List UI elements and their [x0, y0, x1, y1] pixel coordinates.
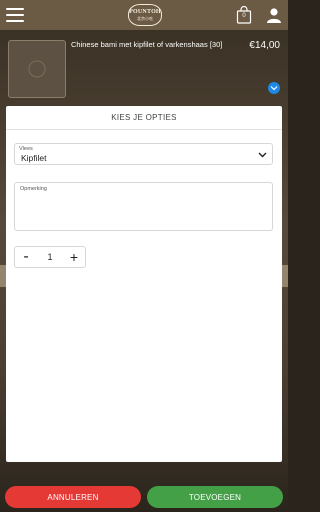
quantity-value: 1: [47, 252, 53, 262]
account-button[interactable]: [266, 7, 282, 23]
opmerking-field[interactable]: Opmerking: [14, 182, 273, 231]
cart-button[interactable]: 0: [236, 6, 252, 24]
increment-button[interactable]: +: [67, 250, 81, 264]
modal-title: KIES JE OPTIES: [6, 106, 282, 130]
user-icon: [267, 8, 281, 23]
decrement-button[interactable]: -: [19, 249, 33, 265]
options-modal: KIES JE OPTIES Vlees Kipfilet Opmerking …: [6, 106, 282, 462]
cart-count-badge: 0: [242, 13, 246, 19]
vlees-select[interactable]: Vlees Kipfilet: [14, 143, 273, 165]
restaurant-logo[interactable]: POUNTOH 北京小吃: [128, 4, 162, 26]
opmerking-label: Opmerking: [20, 186, 47, 192]
menu-icon[interactable]: [6, 8, 24, 22]
top-app-bar: POUNTOH 北京小吃 0: [0, 0, 288, 30]
chevron-down-icon: [270, 86, 278, 91]
cancel-button[interactable]: ANNULEREN: [5, 486, 141, 508]
quantity-stepper: - 1 +: [14, 246, 86, 268]
image-placeholder-icon: [28, 60, 46, 78]
vlees-label: Vlees: [19, 146, 33, 152]
expand-button[interactable]: [268, 82, 280, 94]
product-price: €14,00: [249, 40, 280, 51]
product-item: Chinese bami met kipfilet of varkenshaas…: [6, 38, 282, 100]
add-button[interactable]: TOEVOEGEN: [147, 486, 283, 508]
vlees-value: Kipfilet: [21, 153, 47, 163]
logo-text-primary: POUNTOH: [129, 9, 161, 15]
logo-text-secondary: 北京小吃: [137, 16, 153, 21]
chevron-down-icon: [258, 152, 267, 158]
product-title: Chinese bami met kipfilet of varkenshaas…: [71, 40, 223, 49]
product-thumbnail: [8, 40, 66, 98]
